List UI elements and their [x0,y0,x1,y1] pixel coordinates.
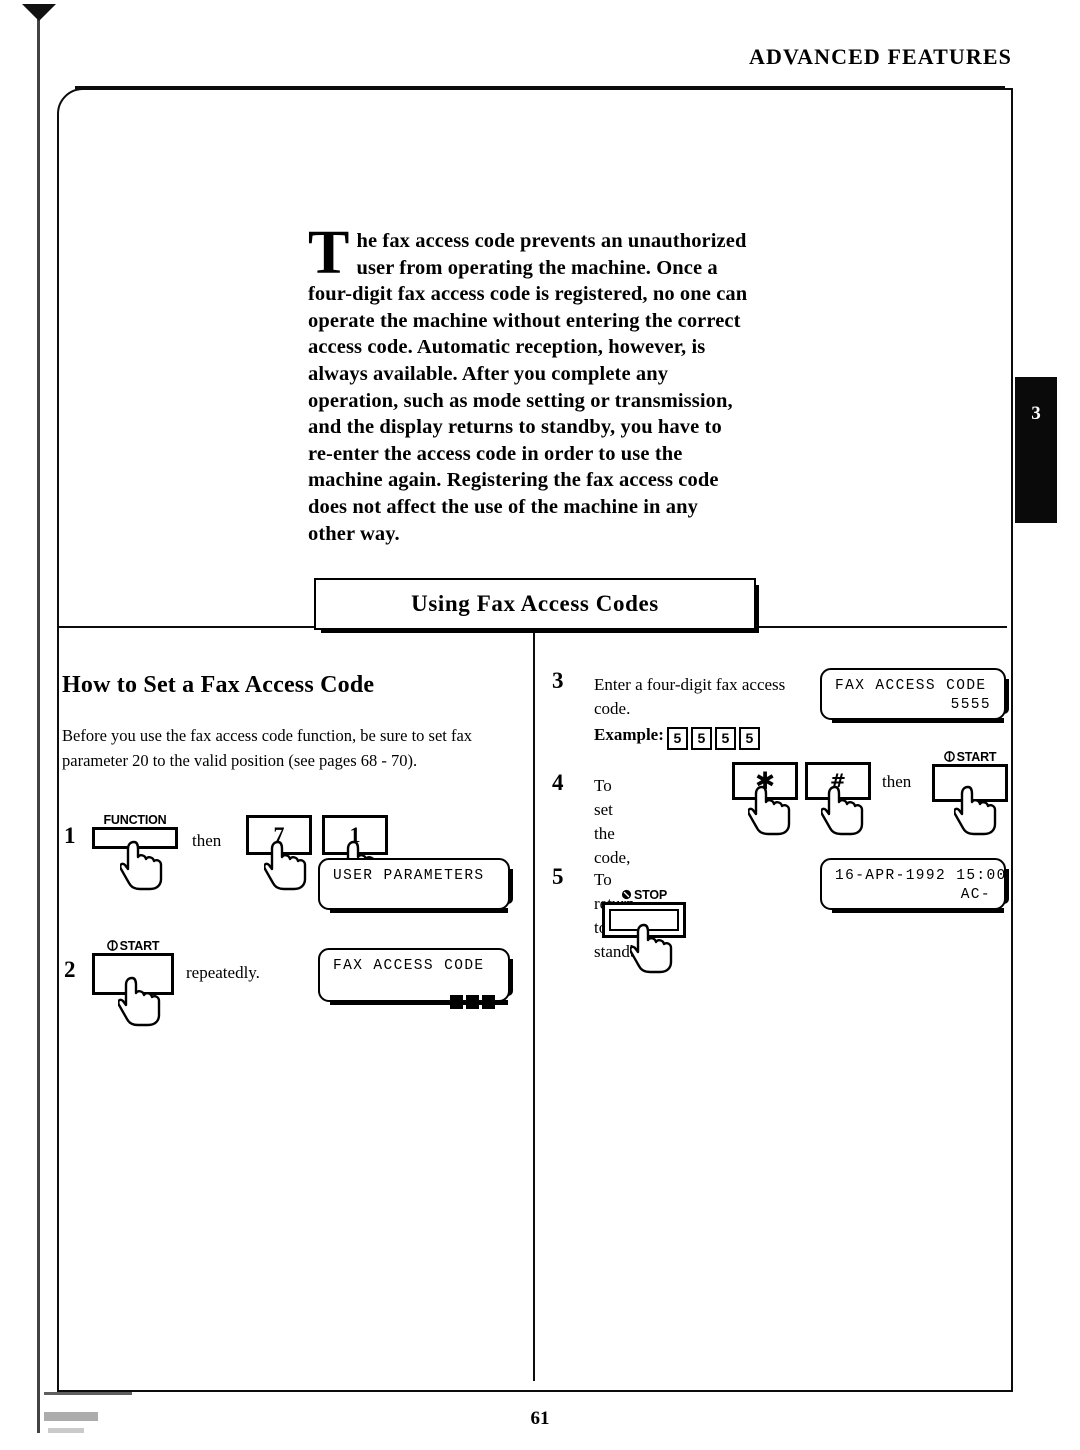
key-7-label: 7 [273,822,285,847]
scan-edge-line [37,18,40,1433]
step-3-number: 3 [552,668,564,693]
step-2-start-key[interactable]: START [92,939,174,1027]
step-4-text: To set the code, [594,776,631,867]
lcd-shadow-bottom [330,908,508,913]
lcd-line-1: FAX ACCESS CODE [333,958,485,974]
step-5-number: 5 [552,864,564,889]
step-1-key-7[interactable]: 7 [246,815,312,891]
lcd-standby-datetime: 16-APR-1992 15:00 AC- [820,858,1009,913]
step-4-number: 4 [552,770,564,795]
lcd-line-2: AC- [960,887,991,903]
step-1-key-1[interactable]: 1 [322,815,388,891]
intro-dropcap: T [308,219,350,287]
example-digit-box: 5 [690,727,712,750]
section-title-box: Using Fax Access Codes [314,578,759,633]
manual-page: ADVANCED FEATURES 3 The fax access code … [0,0,1080,1450]
step-1-function-key[interactable]: FUNCTION [92,813,178,891]
lcd-shadow-right [1004,869,1009,904]
lcd-shadow-right [1004,679,1009,714]
step-2-number: 2 [64,957,76,982]
example-label: Example: [594,725,664,744]
step-3-text-line1: Enter a four-digit fax access [594,675,786,694]
hash-key-label: # [830,770,846,792]
title-box-shadow-right [754,585,759,633]
lcd-shadow-right [508,869,513,904]
left-column: How to Set a Fax Access Code Before you … [62,660,522,1027]
lcd-fax-access-code-value: FAX ACCESS CODE 5555 [820,668,1009,723]
left-column-lead: Before you use the fax access code funct… [62,726,473,770]
lcd-line-1: FAX ACCESS CODE [835,678,987,694]
lcd-line-1: 16-APR-1992 15:00 [835,868,1007,884]
lcd-shadow-bottom [832,718,1004,723]
stop-key-label: STOP [605,888,683,902]
start-diamond-icon [106,940,118,951]
step-4-connector: then [882,772,912,791]
lcd-line-1: USER PARAMETERS [333,868,485,884]
function-key-label: FUNCTION [103,813,167,827]
asterisk-key-label: ✱ [754,767,776,795]
example-digit-box: 5 [738,727,760,750]
stop-octagon-icon [621,889,632,900]
key-1-label: 1 [349,822,361,847]
page-number: 61 [530,1408,550,1429]
chapter-tab-number: 3 [1031,403,1041,424]
intro-body: he fax access code prevents an unauthori… [308,230,748,545]
scan-bottom-edge [44,1392,132,1395]
step-3-text: Enter a four-digit fax access code. Exam… [594,673,812,750]
intro-paragraph: The fax access code prevents an unauthor… [308,219,748,547]
step-4-start-key[interactable]: START [932,750,1008,836]
title-box-shadow-bottom [321,628,759,633]
start-key-label: START [935,750,1005,764]
step-2-text: repeatedly. [186,963,260,982]
lcd-user-parameters: USER PARAMETERS [318,858,513,913]
running-head: ADVANCED FEATURES [749,44,1012,69]
step-4-hash-key[interactable]: # [805,762,871,836]
step-5-stop-key[interactable]: STOP [602,888,686,974]
step-4-asterisk-key[interactable]: ✱ [732,762,798,836]
section-title: Using Fax Access Codes [411,591,659,616]
example-digit-box: 5 [666,727,688,750]
lcd-shadow-right [508,959,513,996]
chapter-tab: 3 [1015,377,1057,523]
lcd-shadow-bottom [832,908,1004,913]
step-3-text-line2: code. [594,699,631,718]
lcd-shadow-bottom [330,1000,508,1005]
start-diamond-icon [943,751,955,762]
step-3-example: Example: 5 5 5 5 [594,723,812,750]
example-digit-boxes: 5555 [664,725,760,750]
step-1-connector: then [192,831,222,850]
example-digit-box: 5 [714,727,736,750]
start-key-label: START [95,939,171,953]
step-1-number: 1 [64,823,76,848]
left-column-heading: How to Set a Fax Access Code [62,672,375,698]
lcd-fax-access-code-empty: FAX ACCESS CODE [318,948,513,1009]
column-divider-rule [533,626,535,1381]
lcd-line-2: 5555 [950,697,991,713]
